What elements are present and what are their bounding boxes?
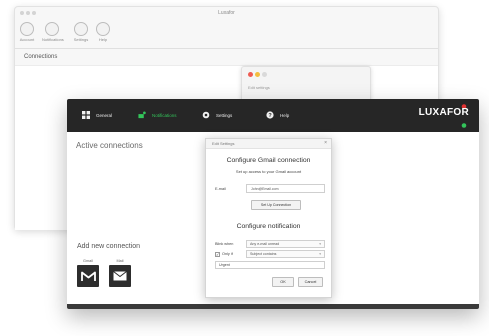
nav-help[interactable]: ? Help xyxy=(266,109,289,121)
gmail-connection-button[interactable]: Gmail xyxy=(75,259,101,287)
nav-label: Settings xyxy=(216,112,233,118)
notifications-icon xyxy=(138,111,146,119)
setup-connection-button[interactable]: Set Up Connection xyxy=(251,200,301,210)
luxafor-logo: LUXAFOR xyxy=(418,107,469,118)
ok-button[interactable]: OK xyxy=(272,277,294,287)
service-label: Mail xyxy=(116,259,124,263)
toolbar-label: Settings xyxy=(73,37,89,42)
cancel-button[interactable]: Cancel xyxy=(298,277,323,287)
connections-heading: Connections xyxy=(24,54,58,60)
toolbar-account-button[interactable]: Account xyxy=(17,22,37,42)
keyword-input[interactable]: Urgent xyxy=(215,261,325,269)
gear-icon xyxy=(202,111,210,119)
edit-settings-dialog: Edit Settings × Configure Gmail connecti… xyxy=(205,138,332,298)
nav-general[interactable]: General xyxy=(82,109,112,121)
window-zoom-dot[interactable] xyxy=(262,72,267,77)
blink-when-select[interactable]: Any e-mail unread ▾ xyxy=(246,240,325,248)
gmail-config-subheading: Set up access to your Gmail account xyxy=(235,169,302,174)
toolbar-settings-button[interactable]: Settings xyxy=(71,22,91,42)
email-label: E-mail xyxy=(215,187,226,191)
chevron-down-icon: ▾ xyxy=(319,242,321,246)
mail-icon xyxy=(109,265,131,287)
toolbar-help-button[interactable]: Help xyxy=(93,22,113,42)
only-if-value: Subject contains xyxy=(250,252,277,256)
gmail-config-heading: Configure Gmail connection xyxy=(226,157,311,164)
dialog-title: Edit Settings xyxy=(212,141,235,146)
nav-settings[interactable]: Settings xyxy=(202,109,232,121)
close-icon[interactable]: × xyxy=(324,140,327,146)
grid-icon xyxy=(82,111,90,119)
mail-connection-button[interactable]: Mail xyxy=(107,259,133,287)
notification-config-heading: Configure notification xyxy=(236,223,301,230)
toolbar-notifications-button[interactable]: Notifications xyxy=(42,22,64,42)
window-minimize-dot[interactable] xyxy=(255,72,260,77)
blink-when-label: Blink when xyxy=(215,242,234,246)
toolbar-divider xyxy=(15,48,438,49)
nav-label: General xyxy=(96,112,113,118)
window-close-dot[interactable] xyxy=(248,72,253,77)
add-new-connection-heading: Add new connection xyxy=(77,243,141,250)
toolbar-label: Help xyxy=(98,37,108,42)
toolbar-label: Notifications xyxy=(42,37,64,42)
window-title: Luxafor xyxy=(218,10,235,16)
settings-icon xyxy=(74,22,88,36)
service-label: Gmail xyxy=(83,259,93,263)
top-navigation-bar: General Notifications Settings ? Help LU… xyxy=(67,99,479,132)
nav-label: Notifications xyxy=(152,112,177,118)
email-field[interactable]: John@Email.com xyxy=(246,184,325,193)
blink-when-value: Any e-mail unread xyxy=(250,242,280,246)
account-icon xyxy=(20,22,34,36)
nav-label: Help xyxy=(280,112,290,118)
active-connections-heading: Active connections xyxy=(76,141,143,150)
toolbar-label: Account xyxy=(19,37,35,42)
only-if-checkbox[interactable]: ✓ xyxy=(215,252,220,257)
gmail-icon xyxy=(77,265,99,287)
chevron-down-icon: ▾ xyxy=(319,252,321,256)
help-icon xyxy=(96,22,110,36)
only-if-label: Only if xyxy=(222,252,233,256)
notifications-icon xyxy=(45,22,59,36)
nav-notifications[interactable]: Notifications xyxy=(138,109,177,121)
bottom-bar xyxy=(67,304,479,309)
window-title: Edit settings xyxy=(248,85,270,90)
help-icon: ? xyxy=(266,111,274,119)
only-if-select[interactable]: Subject contains ▾ xyxy=(246,250,325,258)
